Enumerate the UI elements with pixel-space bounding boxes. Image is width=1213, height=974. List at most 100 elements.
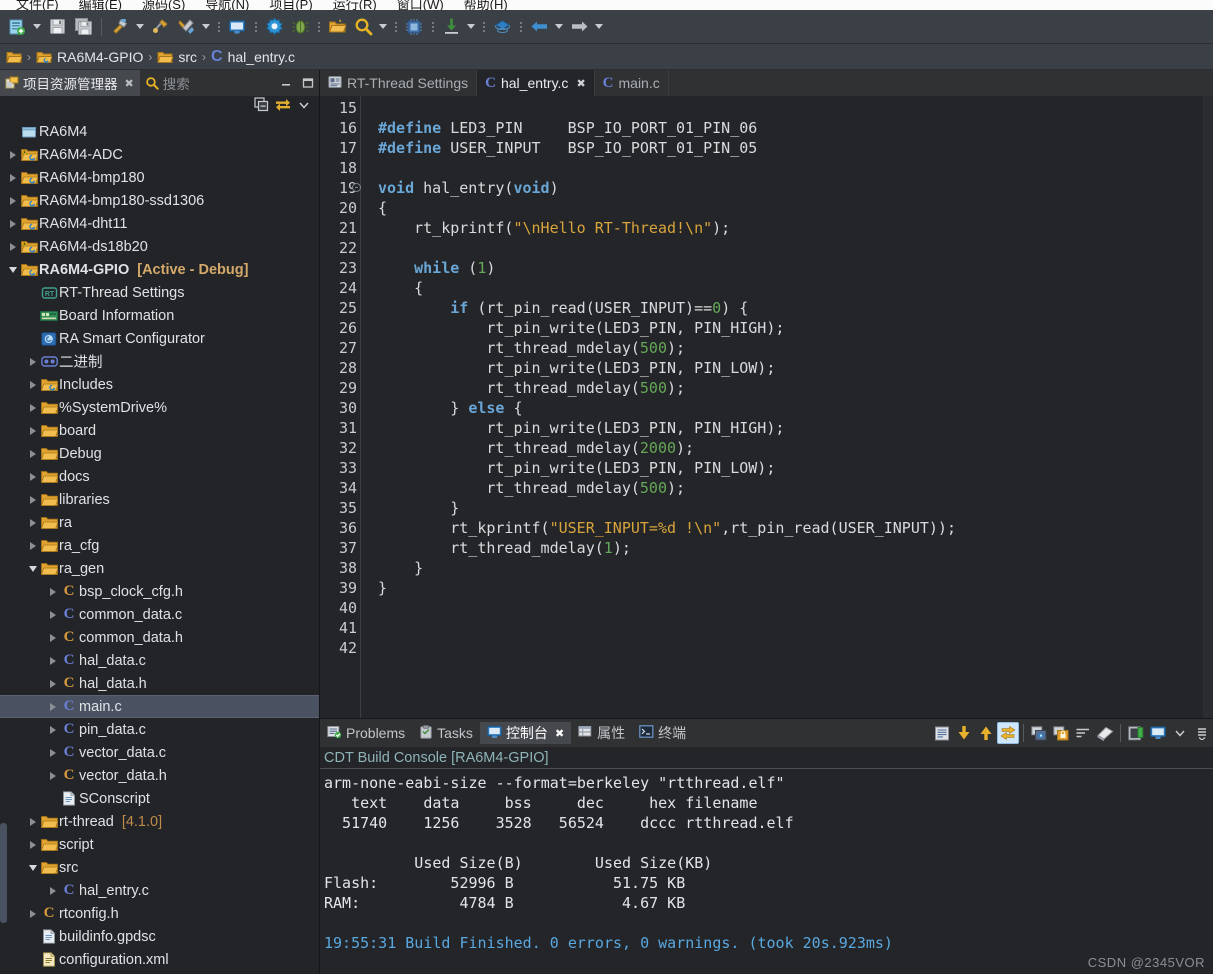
fold-collapse-icon[interactable] — [352, 183, 361, 192]
tree-item-board-information[interactable]: Board Information — [0, 304, 319, 327]
editor-scrollbar[interactable] — [1203, 96, 1213, 718]
breadcrumb-root-icon[interactable] — [6, 50, 22, 64]
chevron-right-icon[interactable] — [6, 197, 19, 205]
tab-console[interactable]: 控制台✖ — [480, 722, 571, 744]
perspective-icon[interactable] — [489, 14, 515, 40]
project-explorer-tab[interactable]: 项目资源管理器 ✖ — [0, 70, 140, 96]
chevron-right-icon[interactable] — [26, 519, 39, 527]
chevron-down-icon[interactable] — [6, 267, 19, 273]
chevron-right-icon[interactable] — [46, 588, 59, 596]
chevron-right-icon[interactable] — [26, 496, 39, 504]
search-view-tab[interactable]: 搜索 — [140, 70, 196, 96]
back-arrow-icon[interactable] — [526, 14, 552, 40]
tree-item-board[interactable]: board — [0, 419, 319, 442]
menu-item-6[interactable]: 窗口(W) — [387, 0, 454, 10]
chevron-right-icon[interactable] — [46, 749, 59, 757]
project-tree[interactable]: RA6M4RA6M4-ADCRA6M4-bmp180RA6M4-bmp180-s… — [0, 118, 319, 974]
tree-item-ra-cfg[interactable]: ra_cfg — [0, 534, 319, 557]
build-config-icon[interactable] — [173, 14, 199, 40]
tree-item-ra6m4-ds18b20[interactable]: RA6M4-ds18b20 — [0, 235, 319, 258]
tree-item-ra-gen[interactable]: ra_gen — [0, 557, 319, 580]
close-icon[interactable]: ✖ — [125, 77, 134, 90]
run-external-tools-icon[interactable] — [324, 14, 350, 40]
tree-item-ra6m4-gpio[interactable]: RA6M4-GPIO[Active - Debug] — [0, 258, 319, 281]
close-icon[interactable]: ✖ — [576, 77, 585, 90]
collapse-all-icon[interactable] — [254, 97, 269, 117]
tree-item--systemdrive-[interactable]: %SystemDrive% — [0, 396, 319, 419]
tree-item-debug[interactable]: Debug — [0, 442, 319, 465]
maximize-view-button[interactable] — [297, 70, 319, 96]
build-hammer-icon[interactable] — [107, 14, 133, 40]
tab-tasks[interactable]: Tasks — [412, 722, 480, 744]
code-folding-column[interactable] — [360, 96, 372, 718]
tab-main-c[interactable]: Cmain.c — [595, 70, 669, 96]
menu-item-4[interactable]: 项目(P) — [259, 0, 322, 10]
new-dropdown-caret[interactable] — [30, 14, 44, 40]
tree-item-ra6m4-bmp180[interactable]: RA6M4-bmp180 — [0, 166, 319, 189]
tree-scrollbar-thumb[interactable] — [0, 823, 7, 923]
build-config-caret[interactable] — [199, 14, 213, 40]
show-console-icon[interactable] — [1028, 722, 1050, 744]
tree-item-docs[interactable]: docs — [0, 465, 319, 488]
breadcrumb-item-file[interactable]: C hal_entry.c — [211, 48, 295, 66]
open-console-caret-icon[interactable] — [1169, 722, 1191, 744]
chevron-right-icon[interactable] — [46, 657, 59, 665]
tree-item-hal-entry-c[interactable]: Chal_entry.c — [0, 879, 319, 902]
breadcrumb-item-folder[interactable]: src — [157, 49, 197, 65]
menu-item-7[interactable]: 帮助(H) — [454, 0, 518, 10]
chevron-right-icon[interactable] — [26, 427, 39, 435]
tree-item-hal-data-h[interactable]: Chal_data.h — [0, 672, 319, 695]
tree-item-ra6m4-adc[interactable]: RA6M4-ADC — [0, 143, 319, 166]
chevron-right-icon[interactable] — [6, 174, 19, 182]
chevron-right-icon[interactable] — [46, 634, 59, 642]
tab-terminal[interactable]: 终端 — [632, 722, 693, 744]
back-caret[interactable] — [552, 14, 566, 40]
display-selected-console-icon[interactable] — [1147, 722, 1169, 744]
tree-item-src[interactable]: src — [0, 856, 319, 879]
chevron-right-icon[interactable] — [26, 910, 39, 918]
tab-properties[interactable]: 属性 — [571, 722, 632, 744]
build-dropdown-caret[interactable] — [133, 14, 147, 40]
save-icon[interactable] — [44, 14, 70, 40]
chevron-right-icon[interactable] — [26, 818, 39, 826]
close-icon[interactable]: ✖ — [555, 727, 564, 740]
chevron-right-icon[interactable] — [6, 151, 19, 159]
menu-item-2[interactable]: 源码(S) — [132, 0, 195, 10]
pin-console-icon[interactable] — [1050, 722, 1072, 744]
chevron-down-icon[interactable] — [26, 865, 39, 871]
chevron-right-icon[interactable] — [26, 473, 39, 481]
menu-item-0[interactable]: 文件(F) — [6, 0, 69, 10]
chevron-right-icon[interactable] — [6, 243, 19, 251]
settings-gear-icon[interactable] — [261, 14, 287, 40]
clean-icon[interactable] — [147, 14, 173, 40]
download-caret[interactable] — [464, 14, 478, 40]
breadcrumb-item-project[interactable]: RA6M4-GPIO — [36, 49, 143, 65]
scroll-down-icon[interactable] — [953, 722, 975, 744]
code-content[interactable]: #define LED3_PIN BSP_IO_PORT_01_PIN_06#d… — [372, 96, 1213, 718]
chevron-down-icon[interactable] — [26, 566, 39, 572]
download-flash-icon[interactable] — [438, 14, 464, 40]
chevron-right-icon[interactable] — [46, 611, 59, 619]
tree-item-configuration-xml[interactable]: configuration.xml — [0, 948, 319, 971]
menu-item-5[interactable]: 运行(R) — [323, 0, 387, 10]
tree-item-common-data-c[interactable]: Ccommon_data.c — [0, 603, 319, 626]
tree-item-vector-data-h[interactable]: Cvector_data.h — [0, 764, 319, 787]
minimize-view-button[interactable] — [275, 70, 297, 96]
menu-item-3[interactable]: 导航(N) — [195, 0, 259, 10]
tree-item-rt-thread-settings[interactable]: RTRT-Thread Settings — [0, 281, 319, 304]
new-c-project-icon[interactable] — [4, 14, 30, 40]
tree-item-includes[interactable]: Includes — [0, 373, 319, 396]
tab-hal-entry-c[interactable]: Chal_entry.c✖ — [477, 70, 595, 96]
tree-item-ra6m4-dht11[interactable]: RA6M4-dht11 — [0, 212, 319, 235]
chevron-right-icon[interactable] — [46, 772, 59, 780]
tree-item-buildinfo-gpdsc[interactable]: buildinfo.gpdsc — [0, 925, 319, 948]
chevron-right-icon[interactable] — [46, 726, 59, 734]
search-icon[interactable] — [350, 14, 376, 40]
chevron-right-icon[interactable] — [26, 542, 39, 550]
tree-item-ra6m4[interactable]: RA6M4 — [0, 120, 319, 143]
chevron-right-icon[interactable] — [26, 404, 39, 412]
tab-problems[interactable]: Problems — [320, 722, 412, 744]
tree-item-vector-data-c[interactable]: Cvector_data.c — [0, 741, 319, 764]
clear-console-icon[interactable] — [1094, 722, 1116, 744]
view-menu-chevron-icon[interactable] — [297, 98, 311, 117]
